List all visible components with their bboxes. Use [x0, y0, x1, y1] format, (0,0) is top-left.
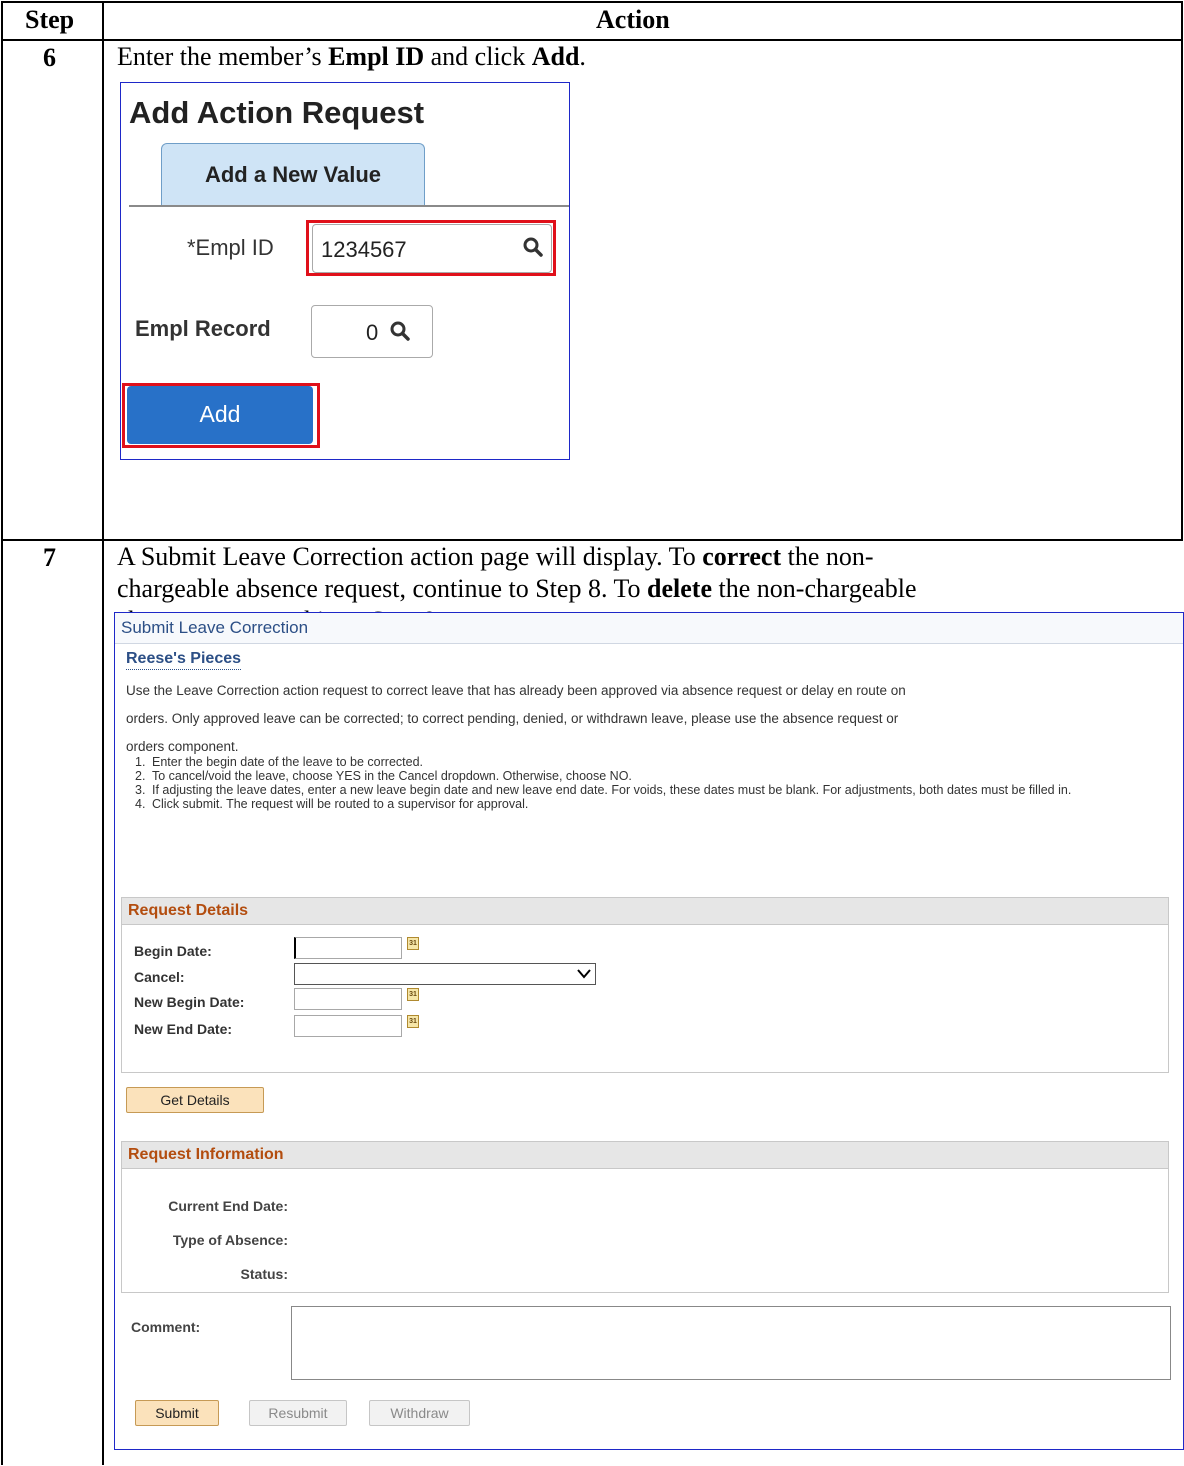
step-7-line-2: chargeable absence request, continue to …	[117, 573, 917, 605]
instruction-text: To cancel/void the leave, choose YES in …	[152, 769, 632, 783]
list-item: 3. If adjusting the leave dates, enter a …	[135, 783, 1072, 797]
request-details-group: Request Details Begin Date: 31 Cancel: N…	[121, 897, 1169, 1073]
step-6-text-b: and click	[424, 42, 532, 71]
table-border-left	[1, 1, 3, 1465]
action-column-header: Action	[596, 5, 670, 34]
chevron-down-icon	[577, 969, 591, 979]
table-column-divider	[102, 1, 104, 1465]
page-description: Use the Leave Correction action request …	[126, 677, 1166, 761]
instruction-list: 1. Enter the begin date of the leave to b…	[126, 755, 1166, 811]
page-title: Add Action Request	[129, 95, 425, 130]
tab-add-new-value[interactable]: Add a New Value	[161, 143, 425, 205]
request-information-group: Request Information Current End Date: Ty…	[121, 1141, 1169, 1293]
step-6-text-a: Enter the member’s	[117, 42, 329, 71]
instruction-text: Click submit. The request will be routed…	[152, 797, 529, 811]
tab-label: Add a New Value	[204, 162, 382, 187]
step-7-text-d: the non-chargeable	[712, 574, 917, 603]
page-title: Submit Leave Correction	[121, 618, 309, 637]
type-of-absence-label: Type of Absence:	[172, 1232, 288, 1248]
list-item: 2. To cancel/void the leave, choose YES i…	[135, 769, 632, 783]
table-border-right	[1181, 1, 1183, 541]
calendar-icon[interactable]: 31	[407, 988, 419, 1001]
table-border-top	[1, 1, 1183, 3]
description-line: orders. Only approved leave can be corre…	[126, 711, 899, 726]
submit-leave-correction-screenshot: Submit Leave Correction Reese's Pieces U…	[114, 612, 1184, 1450]
submit-button[interactable]: Submit	[135, 1400, 219, 1426]
get-details-button[interactable]: Get Details	[126, 1087, 264, 1113]
request-information-title: Request Information	[128, 1146, 284, 1163]
step-number-7: 7	[43, 543, 56, 572]
calendar-icon[interactable]: 31	[407, 1015, 419, 1028]
new-begin-date-label: New Begin Date:	[134, 994, 245, 1010]
step-7-text-b: the non-	[781, 542, 874, 571]
new-end-date-label: New End Date:	[134, 1021, 233, 1037]
empl-record-input[interactable]: 0	[311, 305, 433, 358]
empl-id-label: *Empl ID	[187, 235, 274, 260]
request-details-title: Request Details	[128, 902, 249, 919]
step-6-text-c: .	[579, 42, 586, 71]
empl-record-label: Empl Record	[135, 316, 271, 341]
search-icon[interactable]	[390, 321, 410, 341]
request-information-header: Request Information	[122, 1142, 1168, 1169]
step-6-text-add: Add	[531, 42, 580, 71]
step-7-text-a: A Submit Leave Correction action page wi…	[117, 542, 703, 571]
calendar-icon[interactable]: 31	[407, 937, 419, 950]
description-line: Use the Leave Correction action request …	[126, 683, 906, 698]
cancel-dropdown[interactable]	[294, 963, 596, 985]
step-number-6: 6	[43, 43, 56, 72]
list-item: 4. Click submit. The request will be rout…	[135, 797, 529, 811]
begin-date-input[interactable]	[294, 937, 402, 959]
empl-id-highlight	[306, 220, 556, 276]
add-action-request-screenshot: Add Action Request Add a New Value *Empl…	[120, 82, 570, 460]
list-item: 1. Enter the begin date of the leave to b…	[135, 755, 424, 769]
step-column-header: Step	[25, 5, 75, 34]
step-7-text-c: chargeable absence request, continue to …	[117, 574, 648, 603]
comment-textarea[interactable]	[291, 1306, 1171, 1380]
begin-date-label: Begin Date:	[134, 943, 212, 959]
tab-divider	[129, 205, 569, 207]
add-button-highlight	[122, 383, 320, 448]
step-7-text-correct: correct	[702, 542, 782, 571]
comment-label: Comment:	[131, 1319, 201, 1335]
instruction-text: Enter the begin date of the leave to be …	[152, 755, 424, 769]
status-label: Status:	[240, 1266, 288, 1282]
new-end-date-input[interactable]	[294, 1015, 402, 1037]
resubmit-button[interactable]: Resubmit	[249, 1400, 347, 1426]
step-6-instruction: Enter the member’s Empl ID and click Add…	[117, 41, 586, 73]
step-7-text-delete: delete	[647, 574, 713, 603]
request-details-header: Request Details	[122, 898, 1168, 925]
step-6-text-empl-id: Empl ID	[328, 42, 425, 71]
current-end-date-label: Current End Date:	[168, 1198, 288, 1214]
cancel-label: Cancel:	[134, 969, 185, 985]
new-begin-date-input[interactable]	[294, 988, 402, 1010]
instruction-text: If adjusting the leave dates, enter a ne…	[152, 783, 1072, 797]
step-7-line-1: A Submit Leave Correction action page wi…	[117, 541, 917, 573]
empl-record-value: 0	[366, 320, 379, 345]
withdraw-button[interactable]: Withdraw	[369, 1400, 470, 1426]
employee-name: Reese's Pieces	[126, 650, 242, 670]
